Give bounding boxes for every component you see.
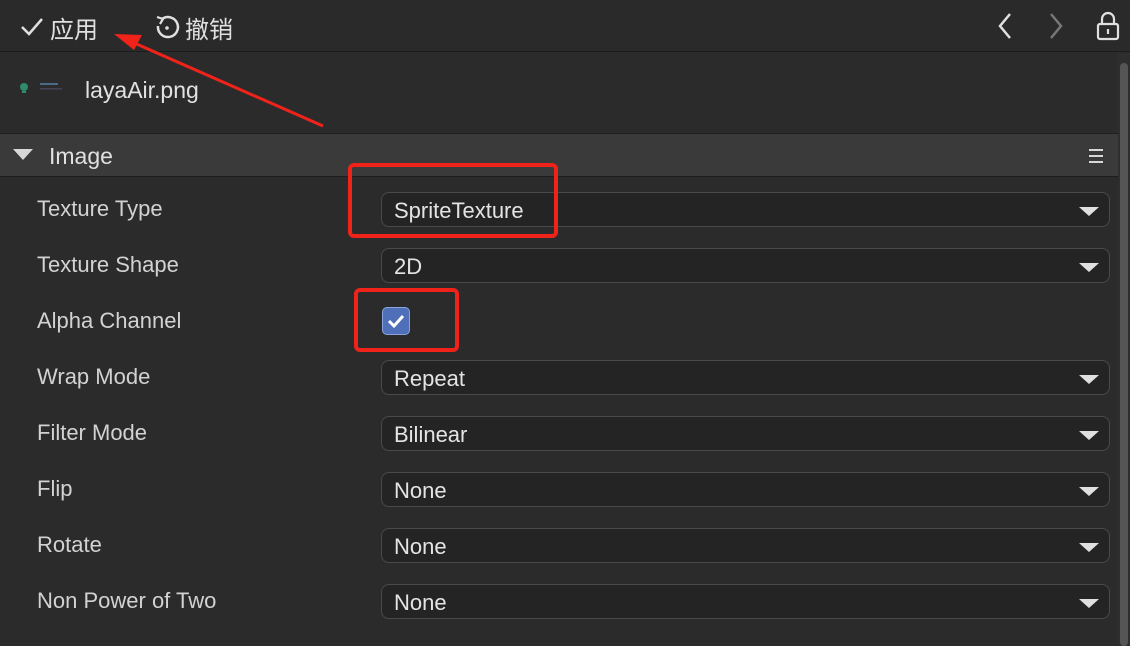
- section-title: Image: [49, 143, 113, 169]
- non-power-of-two-value: None: [394, 590, 447, 615]
- dropdown-arrow-icon: [1079, 487, 1099, 496]
- dropdown-arrow-icon: [1079, 599, 1099, 608]
- rotate-dropdown[interactable]: None: [381, 528, 1110, 563]
- filter-mode-label: Filter Mode: [37, 420, 148, 445]
- filter-mode-dropdown[interactable]: Bilinear: [381, 416, 1110, 451]
- texture-type-label: Texture Type: [37, 196, 163, 221]
- chevron-right-icon: [1050, 13, 1063, 39]
- lock-icon: [1096, 11, 1120, 41]
- dropdown-arrow-icon: [1079, 431, 1099, 440]
- texture-shape-value: 2D: [394, 254, 423, 279]
- collapse-caret-icon[interactable]: [13, 149, 33, 160]
- lock-button[interactable]: [1094, 8, 1122, 44]
- non-power-of-two-label: Non Power of Two: [37, 588, 217, 613]
- scrollbar[interactable]: [1118, 53, 1130, 646]
- file-thumbnail: [20, 83, 62, 93]
- texture-type-highlight: [348, 163, 558, 238]
- wrap-mode-dropdown[interactable]: Repeat: [381, 360, 1110, 395]
- undo-icon: [156, 15, 180, 39]
- apply-label: 应用: [50, 16, 98, 44]
- check-icon: [21, 18, 43, 36]
- texture-shape-dropdown[interactable]: 2D: [381, 248, 1110, 283]
- wrap-mode-label: Wrap Mode: [37, 364, 151, 389]
- file-name: layaAir.png: [85, 77, 199, 103]
- flip-label: Flip: [37, 476, 73, 501]
- alpha-channel-highlight: [354, 288, 459, 352]
- rotate-value: None: [394, 534, 447, 559]
- rotate-label: Rotate: [37, 532, 102, 557]
- inspector-toolbar: 应用 撤销: [0, 0, 1130, 52]
- alpha-channel-label: Alpha Channel: [37, 308, 182, 333]
- nav-back-button[interactable]: [992, 8, 1018, 44]
- flip-dropdown[interactable]: None: [381, 472, 1110, 507]
- apply-button[interactable]: 应用: [18, 9, 98, 45]
- menu-icon[interactable]: [1088, 146, 1104, 166]
- dropdown-arrow-icon: [1079, 543, 1099, 552]
- flip-value: None: [394, 478, 447, 503]
- non-power-of-two-dropdown[interactable]: None: [381, 584, 1110, 619]
- texture-shape-label: Texture Shape: [37, 252, 179, 277]
- asset-header: layaAir.png: [0, 53, 1118, 133]
- dropdown-arrow-icon: [1079, 375, 1099, 384]
- scrollbar-thumb[interactable]: [1120, 63, 1128, 646]
- undo-button[interactable]: 撤销: [153, 9, 233, 45]
- image-section-header[interactable]: Image: [0, 133, 1118, 177]
- nav-forward-button[interactable]: [1043, 8, 1069, 44]
- dropdown-arrow-icon: [1079, 207, 1099, 216]
- wrap-mode-value: Repeat: [394, 366, 465, 391]
- undo-label: 撤销: [185, 16, 233, 44]
- filter-mode-value: Bilinear: [394, 422, 468, 447]
- dropdown-arrow-icon: [1079, 263, 1099, 272]
- chevron-left-icon: [998, 13, 1011, 39]
